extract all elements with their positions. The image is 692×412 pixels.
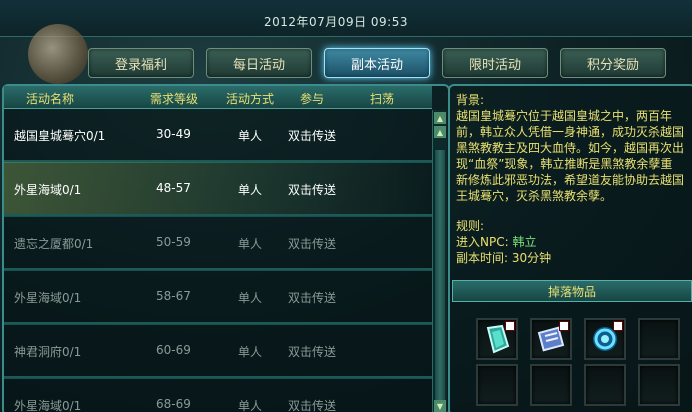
table-row[interactable]: 外星海域0/1 48-57 单人 双击传送 — [4, 162, 432, 217]
drop-slot[interactable] — [584, 364, 626, 406]
row-join[interactable]: 双击传送 — [288, 181, 336, 198]
activity-detail-panel: 背景: 越国皇城蓦穴位于越国皇城之中，两百年前，韩立众人凭借一身神通，成功灭杀越… — [448, 84, 692, 412]
row-name: 越国皇城蓦穴0/1 — [14, 129, 106, 143]
drop-slot[interactable] — [476, 318, 518, 360]
row-level: 50-59 — [156, 235, 191, 249]
table-row[interactable]: 神君洞府0/1 60-69 单人 双击传送 — [4, 324, 432, 379]
row-join[interactable]: 双击传送 — [288, 343, 336, 360]
tab-label: 每日活动 — [232, 57, 285, 73]
row-level: 30-49 — [156, 127, 191, 141]
drop-slot[interactable] — [638, 318, 680, 360]
row-name: 神君洞府0/1 — [14, 345, 82, 359]
drop-slot[interactable] — [476, 364, 518, 406]
npc-link[interactable]: 韩立 — [512, 235, 536, 249]
row-name: 遗忘之厦都0/1 — [14, 237, 94, 251]
tab-bar: 登录福利 每日活动 副本活动 限时活动 积分奖励 — [0, 40, 692, 82]
drop-slot[interactable] — [638, 364, 680, 406]
row-level: 68-69 — [156, 397, 191, 411]
table-row[interactable]: 外星海域0/1 58-67 单人 双击传送 — [4, 270, 432, 325]
tab-login-rewards[interactable]: 登录福利 — [88, 48, 194, 78]
tab-label: 副本活动 — [350, 57, 403, 73]
column-header-level: 需求等级 — [150, 92, 199, 106]
row-name: 外星海域0/1 — [14, 291, 82, 305]
table-row[interactable]: 外星海域0/1 68-69 单人 双击传送 — [4, 378, 432, 412]
column-header-mode: 活动方式 — [226, 92, 275, 106]
item-badge — [613, 321, 623, 331]
row-join[interactable]: 双击传送 — [288, 289, 336, 306]
row-mode: 单人 — [238, 183, 263, 197]
tab-limited-time[interactable]: 限时活动 — [442, 48, 548, 78]
row-join[interactable]: 双击传送 — [288, 397, 336, 412]
row-level: 58-67 — [156, 289, 191, 303]
scroll-down-arrow-icon[interactable]: ▼ — [434, 400, 446, 412]
scrollbar-thumb[interactable] — [435, 150, 445, 412]
drop-slot[interactable] — [530, 364, 572, 406]
activity-list-panel: 活动名称 需求等级 活动方式 参与 扫荡 越国皇城蓦穴0/1 30-49 单人 … — [2, 84, 450, 412]
row-join[interactable]: 双击传送 — [288, 127, 336, 144]
row-level: 48-57 — [156, 181, 191, 195]
item-badge — [559, 321, 569, 331]
column-header-sweep: 扫荡 — [370, 92, 395, 106]
datetime-label: 2012年07月09日 09:53 — [264, 15, 408, 29]
tab-label: 登录福利 — [114, 57, 167, 73]
row-mode: 单人 — [238, 399, 263, 412]
background-text: 越国皇城蓦穴位于越国皇城之中，两百年前，韩立众人凭借一身神通，成功灭杀越国黑煞教… — [456, 109, 685, 203]
row-name: 外星海域0/1 — [14, 183, 82, 197]
row-mode: 单人 — [238, 129, 263, 143]
activity-window: 2012年07月09日 09:53 登录福利 每日活动 副本活动 限时活动 积分… — [0, 0, 692, 412]
npc-label: 进入NPC: — [456, 235, 509, 249]
scrollbar[interactable]: ▲ ▲ ▼ — [432, 110, 447, 412]
background-label: 背景: — [456, 93, 485, 107]
row-join[interactable]: 双击传送 — [288, 235, 336, 252]
column-header-name: 活动名称 — [26, 92, 75, 106]
npc-line: 进入NPC: 韩立 — [456, 234, 684, 250]
scroll-up-arrow-icon[interactable]: ▲ — [434, 112, 446, 124]
row-mode: 单人 — [238, 237, 263, 251]
drop-slot[interactable] — [530, 318, 572, 360]
row-level: 60-69 — [156, 343, 191, 357]
table-row[interactable]: 遗忘之厦都0/1 50-59 单人 双击传送 — [4, 216, 432, 271]
scroll-up-arrow-icon[interactable]: ▲ — [434, 126, 446, 138]
background-section: 背景: 越国皇城蓦穴位于越国皇城之中，两百年前，韩立众人凭借一身神通，成功灭杀越… — [456, 92, 684, 204]
tab-daily-activities[interactable]: 每日活动 — [206, 48, 312, 78]
table-header: 活动名称 需求等级 活动方式 参与 扫荡 — [4, 86, 432, 109]
tab-points-rewards[interactable]: 积分奖励 — [560, 48, 666, 78]
time-value: 30分钟 — [511, 251, 552, 265]
rules-label: 规则: — [456, 219, 485, 233]
rules-section: 规则: 进入NPC: 韩立 副本时间: 30分钟 — [456, 218, 684, 266]
item-badge — [505, 321, 515, 331]
tab-label: 限时活动 — [468, 57, 521, 73]
column-header-join: 参与 — [300, 92, 325, 106]
time-label: 副本时间: — [456, 251, 509, 265]
table-row[interactable]: 越国皇城蓦穴0/1 30-49 单人 双击传送 — [4, 108, 432, 163]
drop-slot[interactable] — [584, 318, 626, 360]
row-mode: 单人 — [238, 291, 263, 305]
time-line: 副本时间: 30分钟 — [456, 250, 684, 266]
tab-label: 积分奖励 — [586, 57, 639, 73]
row-mode: 单人 — [238, 345, 263, 359]
tab-dungeon-activities[interactable]: 副本活动 — [324, 48, 430, 78]
drops-title: 掉落物品 — [452, 280, 692, 302]
row-name: 外星海域0/1 — [14, 399, 82, 412]
